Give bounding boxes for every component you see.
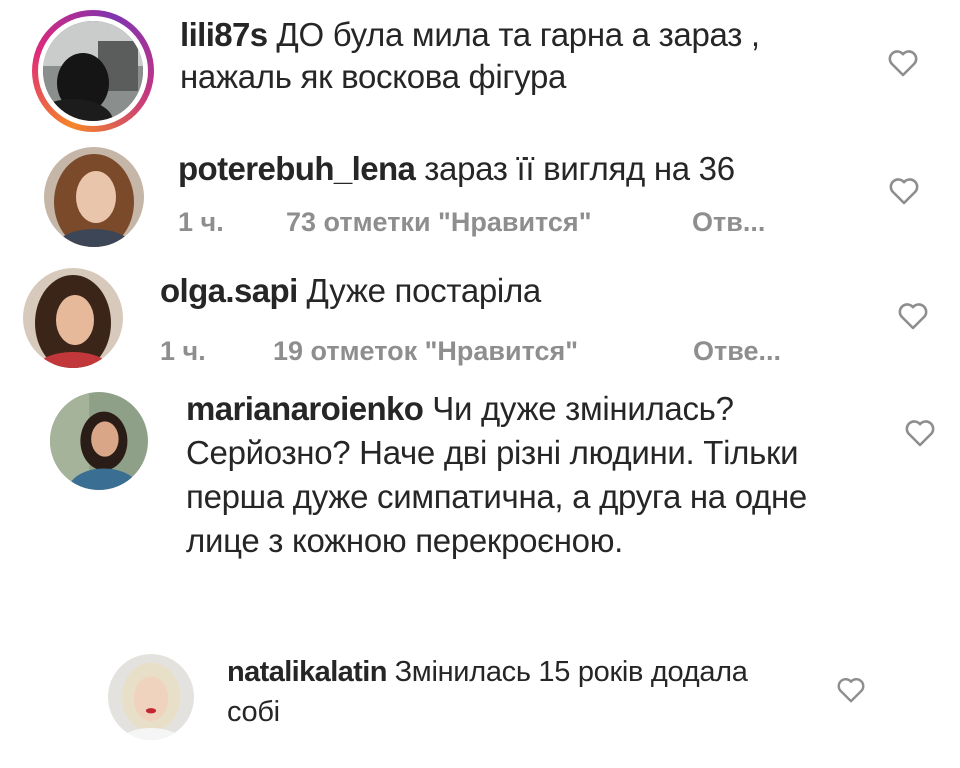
comment-username[interactable]: natalikalatin [227, 656, 387, 688]
comment-body: Дуже постаріла [306, 272, 542, 309]
heart-outline-icon[interactable] [836, 676, 866, 704]
comment-likes-count[interactable]: 73 отметки "Нравится" [286, 207, 692, 238]
comment-username[interactable]: lili87s [180, 16, 268, 53]
comment-text-block: natalikalatin Змінилась 15 років додала … [227, 652, 787, 732]
reply-button[interactable]: Отв... [692, 207, 765, 238]
avatar[interactable] [50, 392, 148, 490]
comment-text-block: marianaroienko Чи дуже змінилась? Серйоз… [186, 387, 821, 563]
comment-username[interactable]: olga.sapi [160, 272, 298, 309]
avatar[interactable] [108, 654, 194, 740]
comment-meta: 1 ч. 19 отметок "Нравится" Отве... [160, 336, 781, 367]
heart-outline-icon[interactable] [887, 48, 919, 78]
avatar[interactable] [44, 147, 144, 247]
comment-likes-count[interactable]: 19 отметок "Нравится" [273, 336, 693, 367]
heart-outline-icon[interactable] [904, 418, 936, 448]
heart-outline-icon[interactable] [888, 176, 920, 206]
comment-meta: 1 ч. 73 отметки "Нравится" Отв... [178, 207, 765, 238]
comment-text-block: olga.sapi Дуже постаріла [160, 270, 850, 312]
avatar[interactable] [43, 21, 143, 121]
comment-username[interactable]: poterebuh_lena [178, 150, 416, 187]
heart-outline-icon[interactable] [897, 301, 929, 331]
reply-button[interactable]: Отве... [693, 336, 781, 367]
comment-time: 1 ч. [160, 336, 206, 366]
comment-text-block: lili87s ДО була мила та гарна а зараз , … [180, 14, 860, 98]
comment-time: 1 ч. [178, 207, 224, 237]
avatar[interactable] [23, 268, 123, 368]
comment-body: зараз її вигляд на 36 [424, 150, 735, 187]
comment-username[interactable]: marianaroienko [186, 390, 424, 427]
comment-text-block: poterebuh_lena зараз її вигляд на 36 [178, 148, 858, 190]
